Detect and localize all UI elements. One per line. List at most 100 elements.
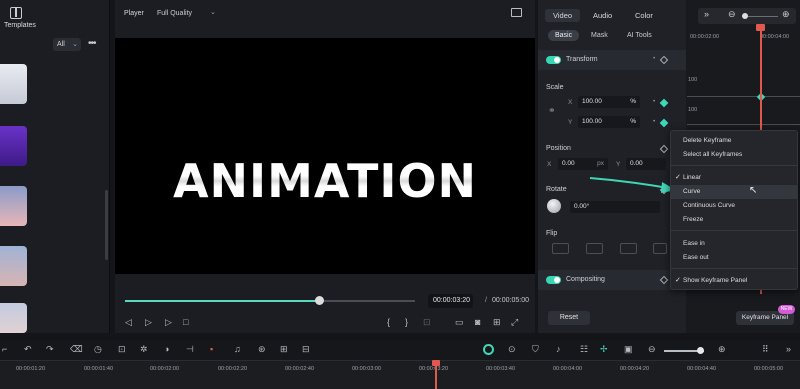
timeline-playhead[interactable] [435,361,437,389]
speed-icon[interactable]: ⊛ [258,344,266,355]
snapshot-tool-icon[interactable]: ▣ [624,344,633,355]
mark-out-icon[interactable]: } [405,317,408,327]
ai-icon[interactable]: ✢ [600,344,608,355]
menu-item-ease-in[interactable]: Ease in [671,237,797,251]
rotate-left-button[interactable] [620,243,637,254]
rotate-input[interactable]: 0.00° [570,201,660,213]
undo-icon[interactable]: ↶ [24,344,32,355]
fullscreen-icon[interactable]: ⤢ [511,317,518,328]
layout-icon[interactable]: ⊟ [302,344,310,355]
rotate-dial[interactable] [547,199,561,213]
scale-y-label: Y [568,119,573,126]
shield-icon[interactable]: ⛉ [532,344,539,355]
audio-icon[interactable]: ♫ [234,344,241,354]
chevron-down-icon[interactable]: ⌄ [210,8,216,16]
timeline-zoom-out-icon[interactable]: ⊖ [648,344,656,355]
redo-icon[interactable]: ↷ [46,344,54,355]
color-icon[interactable]: ◑ [164,344,169,354]
filter-select-value: All [57,41,65,48]
mouse-cursor-icon: ↖ [749,185,758,196]
menu-item-freeze[interactable]: Freeze [671,213,797,227]
templates-icon[interactable] [10,7,22,19]
template-thumb[interactable] [0,186,27,226]
split-icon[interactable]: ⊣ [186,344,194,355]
collapse-icon[interactable]: » [704,9,709,19]
more-tools-icon[interactable]: » [786,344,791,354]
keyframe-nav-icon[interactable]: • [653,118,655,125]
annotation-arrow [589,177,676,193]
menu-item-select-all-keyframes[interactable]: Select all Keyframes [671,148,797,162]
reset-button[interactable]: Reset [548,311,590,325]
pos-x-label: X [547,161,552,168]
filter-select[interactable]: All ⌄ [53,38,81,51]
pos-y-input[interactable]: 0.00 [626,158,666,170]
template-thumb[interactable] [0,64,27,104]
rotate-right-button[interactable] [653,243,667,254]
timer-icon[interactable]: ◷ [94,344,102,355]
keyframe-context-menu: Delete Keyframe Select all Keyframes ✓ Li… [670,130,798,290]
select-tool-icon[interactable]: ⌐ [2,344,7,354]
record-icon[interactable] [483,344,494,355]
menu-item-ease-out[interactable]: Ease out [671,251,797,265]
current-timecode[interactable]: 00:00:03:20 [428,294,473,308]
template-thumb[interactable] [0,303,27,333]
graph-playhead-handle[interactable] [756,24,765,31]
menu-separator [671,268,797,269]
keyframe-nav-icon[interactable]: • [653,55,655,62]
marker-icon[interactable]: ▪ [210,344,213,354]
zoom-in-icon[interactable]: ⊕ [782,9,790,20]
keyframe-nav-icon[interactable]: • [653,98,655,105]
menu-item-continuous-curve[interactable]: Continuous Curve [671,199,797,213]
crop-icon[interactable]: ⊞ [493,317,501,328]
tab-video[interactable]: Video [545,9,581,22]
timeline-zoom-in-icon[interactable]: ⊕ [718,344,726,355]
template-thumb[interactable] [0,126,27,166]
menu-item-show-keyframe-panel[interactable]: ✓ Show Keyframe Panel [671,274,797,288]
pos-y-label: Y [616,161,621,168]
transition-icon[interactable]: ⊞ [280,344,288,355]
tab-color[interactable]: Color [627,9,661,22]
pos-x-input[interactable]: 0.00 px [558,158,608,170]
play-circle-icon[interactable]: ⊙ [508,344,516,355]
more-icon[interactable]: ••• [88,38,96,49]
prev-frame-icon[interactable]: ◁ [125,317,132,328]
subtab-mask[interactable]: Mask [584,30,615,41]
zoom-out-icon[interactable]: ⊖ [728,9,736,20]
monitor-icon[interactable]: ▭ [455,317,464,328]
player-label: Player [124,10,144,17]
transform-toggle[interactable] [546,56,561,64]
flip-vertical-button[interactable] [586,243,603,254]
zoom-handle[interactable] [742,13,748,19]
menu-item-delete-keyframe[interactable]: Delete Keyframe [671,134,797,148]
compositing-toggle[interactable] [546,276,561,284]
subtab-basic[interactable]: Basic [548,30,580,41]
snapshot-icon[interactable] [511,8,522,17]
delete-icon[interactable]: ⌫ [70,344,83,355]
stop-icon[interactable]: □ [183,317,188,327]
graph-scale-mark: 100 [688,107,698,113]
voiceover-icon[interactable]: ☷ [580,344,588,355]
camera-icon[interactable]: ◙ [475,317,480,327]
menu-item-curve[interactable]: Curve [671,185,797,199]
flip-horizontal-button[interactable] [552,243,569,254]
scale-x-input[interactable]: 100.00% [578,96,640,108]
menu-item-linear[interactable]: ✓ Linear [671,171,797,185]
effects-icon[interactable]: ✲ [140,344,148,355]
quality-select[interactable]: Full Quality [157,10,192,17]
scale-y-input[interactable]: 100.00% [578,116,640,128]
scrollbar[interactable] [105,190,108,260]
tab-audio[interactable]: Audio [585,9,620,22]
template-thumb[interactable] [0,246,27,286]
crop-tool-icon[interactable]: ⊡ [118,344,126,355]
timeline-zoom-handle[interactable] [697,347,704,354]
next-frame-icon[interactable]: ▷ [165,317,172,328]
progress-handle[interactable] [315,296,325,305]
play-icon[interactable]: ▷ [145,317,152,328]
grid-icon[interactable]: ⠿ [762,344,769,355]
microphone-icon[interactable]: ♪ [556,344,561,354]
link-icon[interactable]: ⚭ [548,105,556,116]
clip-icon[interactable]: ⊡ [423,317,431,328]
mark-in-icon[interactable]: { [387,317,390,327]
subtab-ai-tools[interactable]: AI Tools [620,30,659,41]
timeline-ruler[interactable] [0,360,800,389]
